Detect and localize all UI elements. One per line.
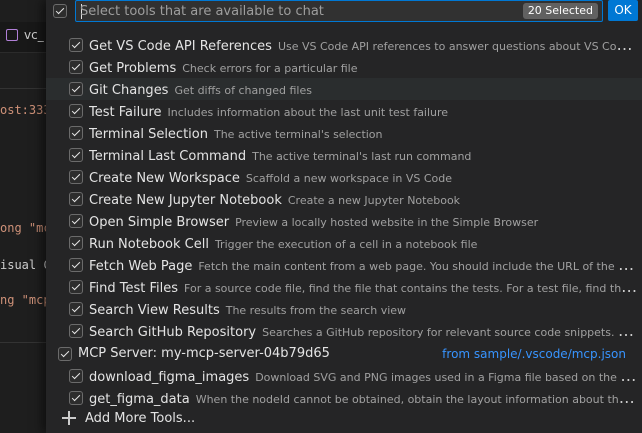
tool-item[interactable]: Open Simple Browser Preview a locally hos… [46, 210, 642, 232]
tool-checkbox[interactable] [69, 192, 83, 206]
tool-description: Download SVG and PNG images used in a Fi… [255, 371, 638, 384]
tool-item[interactable]: Find Test Files For a source code file, f… [46, 276, 642, 298]
tool-item[interactable]: Git Changes Get diffs of changed files [46, 78, 642, 100]
tool-checkbox[interactable] [69, 280, 83, 294]
server-checkbox[interactable] [58, 347, 72, 361]
tool-checkbox[interactable] [69, 38, 83, 52]
tool-item[interactable]: get_figma_data When the nodeId cannot be … [46, 387, 642, 409]
tool-name: Run Notebook Cell [89, 237, 209, 252]
tool-description: The active terminal's last run command [252, 150, 472, 163]
add-more-tools[interactable]: Add More Tools... [46, 408, 642, 432]
tool-description: Use VS Code API references to answer que… [277, 40, 638, 53]
mcp-server-group[interactable]: MCP Server: my-mcp-server-04b79d65 from … [46, 343, 642, 365]
tool-checkbox[interactable] [69, 324, 83, 338]
tool-item[interactable]: Search GitHub Repository Searches a GitHu… [46, 320, 642, 342]
tool-item[interactable]: Terminal Last Command The active terminal… [46, 144, 642, 166]
tool-item[interactable]: Test Failure Includes information about t… [46, 100, 642, 122]
tool-name: get_figma_data [89, 392, 190, 407]
code-line: ost:333 [0, 103, 51, 117]
selected-count-badge: 20 Selected [522, 3, 598, 19]
tool-description: Check errors for a particular file [182, 62, 358, 75]
tool-item[interactable]: download_figma_images Download SVG and PN… [46, 365, 642, 387]
tool-description: Get diffs of changed files [174, 84, 312, 97]
tool-name: Git Changes [89, 83, 169, 98]
code-line: ong "mc [0, 221, 51, 235]
add-more-tools-label: Add More Tools... [85, 411, 196, 426]
tool-description: Trigger the execution of a cell in a not… [214, 238, 478, 251]
tool-name: Create New Workspace [89, 171, 240, 186]
tool-name: Open Simple Browser [89, 215, 230, 230]
tool-filter-text[interactable] [80, 2, 520, 20]
mcp-config-link[interactable]: from sample/.vscode/mcp.json [442, 343, 626, 365]
picker-header: 20 Selected OK [46, 0, 642, 24]
tool-item[interactable]: Get VS Code API References Use VS Code AP… [46, 34, 642, 56]
tool-description: Scaffold a new workspace in VS Code [245, 172, 453, 185]
tool-name: Fetch Web Page [89, 259, 193, 274]
tool-item[interactable]: Search View Results The results from the … [46, 298, 642, 320]
mcp-server-label: MCP Server: my-mcp-server-04b79d65 [78, 346, 330, 361]
tool-name: Create New Jupyter Notebook [89, 193, 282, 208]
tool-description: The results from the search view [225, 304, 407, 317]
tool-checkbox[interactable] [69, 391, 83, 405]
tool-name: Search GitHub Repository [89, 325, 257, 340]
tool-name: download_figma_images [89, 370, 250, 385]
tool-checkbox[interactable] [69, 302, 83, 316]
tool-description: When the nodeId cannot be obtained, obta… [195, 393, 638, 406]
tool-picker-panel: 20 Selected OK Get VS Code API Reference… [46, 0, 642, 433]
tool-item[interactable]: Create New Workspace Scaffold a new works… [46, 166, 642, 188]
background-editor: vc_ ost:333 ong "mc isual C ng "mcp [0, 0, 52, 433]
tool-name: Terminal Last Command [89, 149, 247, 164]
divider [0, 342, 52, 343]
tool-name: Search View Results [89, 303, 220, 318]
tool-checkbox[interactable] [69, 60, 83, 74]
editor-tab-label: vc_ [24, 28, 44, 42]
tool-name: Get Problems [89, 61, 177, 76]
tool-name: Find Test Files [89, 281, 179, 296]
tool-name: Terminal Selection [89, 127, 208, 142]
divider [0, 88, 52, 89]
code-line: isual C [0, 258, 51, 272]
editor-tab[interactable]: vc_ [0, 22, 52, 53]
tool-checkbox[interactable] [69, 170, 83, 184]
tool-checkbox[interactable] [69, 258, 83, 272]
tool-checkbox[interactable] [69, 148, 83, 162]
tool-item[interactable]: Get Problems Check errors for a particula… [46, 56, 642, 78]
tool-item[interactable]: Fetch Web Page Fetch the main content fro… [46, 254, 642, 276]
tool-description: Searches a GitHub repository for relevan… [262, 326, 638, 339]
plus-icon [62, 411, 76, 425]
tool-description: Create a new Jupyter Notebook [287, 194, 461, 207]
tool-item[interactable]: Create New Jupyter Notebook Create a new … [46, 188, 642, 210]
tool-checkbox[interactable] [69, 236, 83, 250]
tool-name: Get VS Code API References [89, 39, 272, 54]
tool-checkbox[interactable] [69, 104, 83, 118]
tool-description: Preview a locally hosted website in the … [235, 216, 539, 229]
tool-checkbox[interactable] [69, 369, 83, 383]
tool-checkbox[interactable] [69, 214, 83, 228]
tool-checkbox[interactable] [69, 82, 83, 96]
tool-filter-input[interactable]: 20 Selected [75, 0, 603, 22]
tool-name: Test Failure [89, 105, 162, 120]
tool-item[interactable]: Terminal Selection The active terminal's … [46, 122, 642, 144]
select-all-checkbox[interactable] [53, 4, 67, 18]
file-icon [6, 29, 18, 41]
tool-description: For a source code file, find the file th… [184, 282, 638, 295]
tool-item[interactable]: Run Notebook Cell Trigger the execution o… [46, 232, 642, 254]
code-line: ng "mcp [0, 293, 51, 307]
tool-description: Fetch the main content from a web page. … [198, 260, 638, 273]
tool-description: Includes information about the last unit… [167, 106, 449, 119]
ok-button[interactable]: OK [608, 0, 638, 21]
tool-description: The active terminal's selection [213, 128, 383, 141]
tool-checkbox[interactable] [69, 126, 83, 140]
